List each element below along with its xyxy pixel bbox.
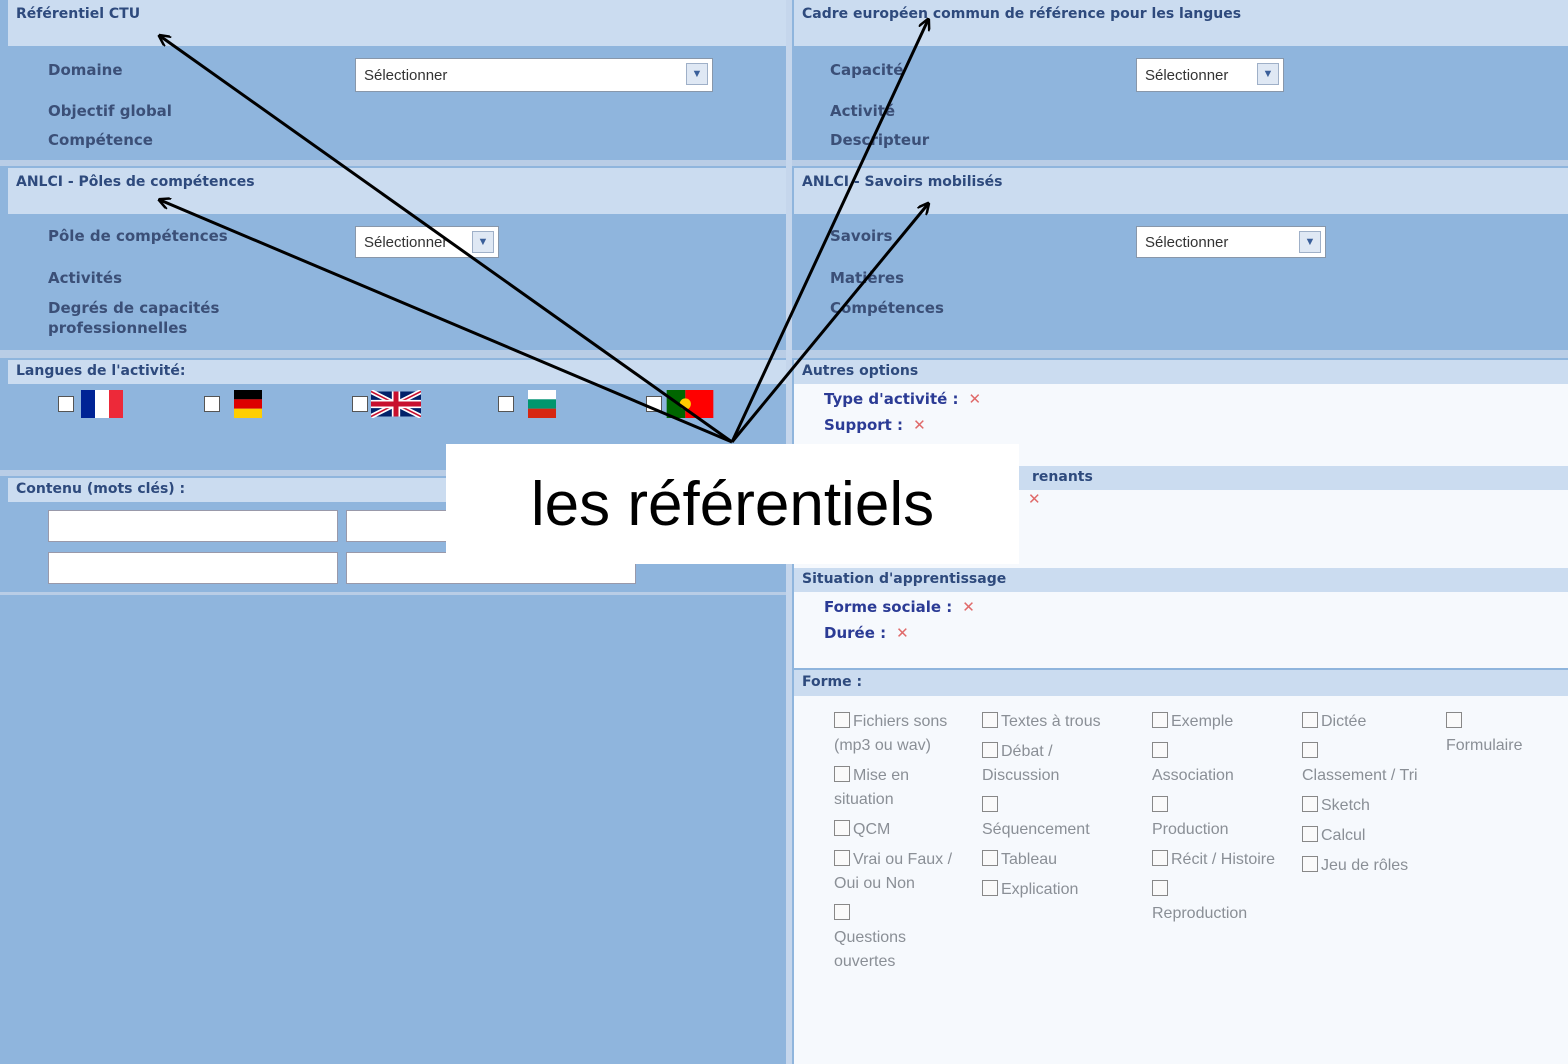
arrow-cecrl (730, 20, 928, 443)
callout-arrows (0, 0, 1568, 444)
arrow-ctu (160, 36, 733, 444)
arrow-anlci-poles (160, 200, 733, 444)
arrow-anlci-savoirs (730, 204, 928, 443)
